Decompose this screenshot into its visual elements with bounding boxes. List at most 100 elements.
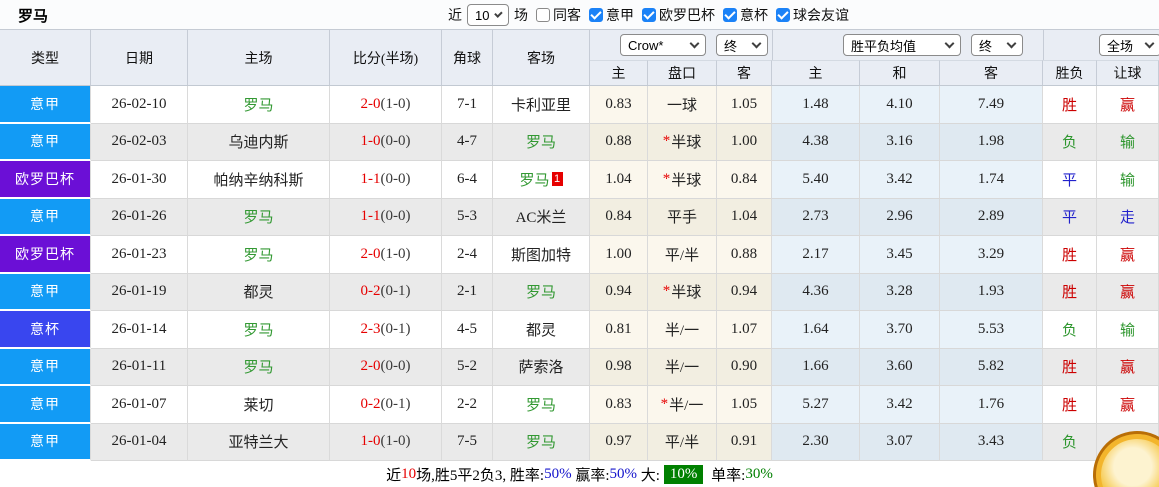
bookmaker-select[interactable]: Crow* (620, 34, 706, 56)
home-team-name: 乌迪内斯 (228, 135, 289, 152)
ah-away-odds: 1.07 (717, 311, 772, 349)
league-filter-label: 球会友谊 (793, 7, 849, 23)
match-date: 26-01-30 (91, 161, 188, 199)
ah-away-odds: 1.05 (717, 86, 772, 124)
league-filter-checkbox[interactable] (776, 8, 790, 22)
recent-label: 近 (448, 7, 462, 23)
halftime-score: (1-0) (380, 95, 411, 112)
away-team: 斯图加特 (493, 236, 590, 274)
ah-away-odds: 0.94 (717, 273, 772, 311)
handicap-result: 输 (1097, 311, 1159, 349)
away-team-name: 罗马 (525, 435, 556, 452)
away-team-name: 罗马 (525, 397, 556, 414)
home-team-name: 罗马 (243, 247, 274, 264)
ah-home-odds: 0.94 (590, 273, 648, 311)
odds-average-value: 胜平负均值 (851, 38, 917, 54)
sub-col-eu-home: 主 (772, 60, 860, 85)
league-cell: 欧罗巴杯 (0, 161, 91, 199)
fulltime-score: 1-1 (360, 170, 381, 187)
summary-recent-label: 近 (386, 468, 402, 484)
away-team-name: 卡利亚里 (510, 97, 571, 114)
home-team: 罗马 (188, 311, 330, 349)
fulltime-score: 0-2 (360, 395, 381, 412)
col-header-home: 主场 (188, 30, 330, 85)
match-result: 胜 (1043, 386, 1097, 424)
fulltime-score: 2-0 (360, 245, 381, 262)
bookmaker-value: Crow* (628, 37, 664, 53)
match-result: 负 (1043, 423, 1097, 461)
match-date: 26-01-26 (91, 198, 188, 236)
corners-score: 7-5 (442, 423, 493, 461)
eu-away-odds: 5.53 (940, 311, 1043, 349)
halftime-score: (1-0) (380, 433, 411, 450)
ah-line-text: 半/一 (664, 322, 700, 339)
ah-away-odds: 0.91 (717, 423, 772, 461)
league-filter-checkbox[interactable] (723, 8, 737, 22)
eu-draw-odds: 3.70 (860, 311, 940, 349)
halftime-score: (0-0) (380, 170, 411, 187)
handicap-result: 输 (1097, 123, 1159, 161)
eu-away-odds: 5.82 (940, 348, 1043, 386)
away-team: 都灵 (493, 311, 590, 349)
home-team: 罗马 (188, 348, 330, 386)
league-filter-checkbox[interactable] (642, 8, 656, 22)
eu-away-odds: 3.43 (940, 423, 1043, 461)
ah-away-odds: 0.90 (717, 348, 772, 386)
match-date: 26-01-19 (91, 273, 188, 311)
odds-average-select[interactable]: 胜平负均值 (843, 34, 961, 56)
ah-time-select[interactable]: 终 (716, 34, 768, 56)
eu-home-odds: 2.73 (772, 198, 860, 236)
summary-record: 场,胜5平2负3, 胜率: (416, 468, 545, 484)
home-team: 罗马 (188, 236, 330, 274)
eu-draw-odds: 3.45 (860, 236, 940, 274)
away-team: 萨索洛 (493, 348, 590, 386)
summary-single-label: 单率: (707, 468, 746, 484)
ah-line-text: 平手 (666, 210, 697, 227)
match-result: 胜 (1043, 348, 1097, 386)
league-filter-checkbox[interactable] (589, 8, 603, 22)
match-result: 负 (1043, 123, 1097, 161)
score-cell: 1-1 (0-0) (330, 198, 442, 236)
score-cell: 1-0 (1-0) (330, 423, 442, 461)
fulltime-score: 1-0 (360, 433, 381, 450)
ah-line-text: 平/半 (664, 247, 700, 264)
eu-time-value: 终 (979, 38, 993, 54)
eu-home-odds: 5.40 (772, 161, 860, 199)
match-date: 26-01-23 (91, 236, 188, 274)
table-row: 意甲 26-02-10 罗马 2-0 (1-0) 7-1 卡利亚里 0.83 一球 1.05 1.4… (0, 86, 1159, 124)
eu-home-odds: 4.38 (772, 123, 860, 161)
league-filter-label: 意杯 (740, 7, 768, 23)
handicap-result: 赢 (1097, 236, 1159, 274)
eu-away-odds: 1.74 (940, 161, 1043, 199)
home-team: 罗马 (188, 198, 330, 236)
score-cell: 1-0 (0-0) (330, 123, 442, 161)
eu-time-select[interactable]: 终 (971, 34, 1023, 56)
match-result: 胜 (1043, 86, 1097, 124)
ah-home-odds: 1.04 (590, 161, 648, 199)
ah-line-text: 半球 (671, 285, 702, 302)
corners-score: 5-3 (442, 198, 493, 236)
corners-score: 5-2 (442, 348, 493, 386)
ah-line-text: 半球 (671, 172, 702, 189)
away-team-name: AC米兰 (515, 210, 567, 227)
corners-score: 4-7 (442, 123, 493, 161)
recent-count-select[interactable]: 10 (467, 4, 509, 26)
chevron-down-icon (689, 38, 700, 49)
ah-line: 平/半 (648, 423, 717, 461)
handicap-result: 赢 (1097, 273, 1159, 311)
summary-big-label: 大: (637, 468, 660, 484)
corners-score: 2-1 (442, 273, 493, 311)
sub-col-eu-draw: 和 (860, 60, 940, 85)
scope-select[interactable]: 全场 (1099, 34, 1159, 56)
league-cell: 意甲 (0, 123, 91, 161)
away-team: 罗马 (493, 423, 590, 461)
same-opponent-checkbox[interactable] (536, 8, 550, 22)
away-team: 罗马 1 (493, 161, 590, 199)
away-team: 卡利亚里 (493, 86, 590, 124)
sub-col-ah-line: 盘口 (648, 60, 717, 85)
league-filters: 意甲 欧罗巴杯 意杯 球会友谊 (581, 5, 849, 25)
eu-away-odds: 7.49 (940, 86, 1043, 124)
league-badge: 意甲 (0, 348, 90, 384)
league-badge: 意甲 (0, 198, 90, 234)
ah-line: * 半球 (648, 273, 717, 311)
